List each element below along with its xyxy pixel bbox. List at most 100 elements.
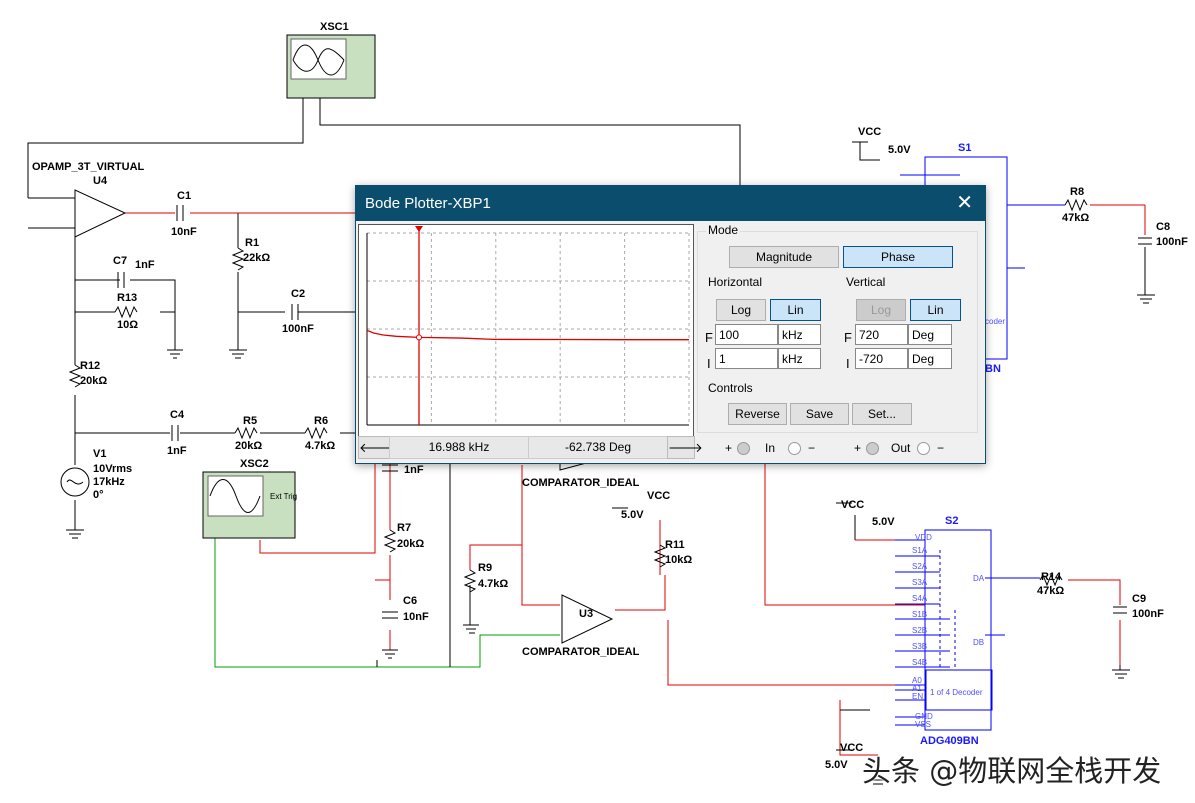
in-label: In (765, 441, 776, 455)
s1-part: BN (985, 363, 1001, 375)
save-button[interactable]: Save (790, 403, 849, 425)
v-final-unit[interactable]: Deg (908, 324, 952, 345)
r12-value: 20kΩ (80, 375, 107, 387)
s1-decoder: coder (985, 317, 1005, 326)
v1-label: V1 (93, 448, 106, 460)
v1-amplitude: 10Vrms (93, 463, 132, 475)
vcc1-label: VCC (647, 490, 670, 502)
s1-label: S1 (958, 142, 971, 154)
cursor-bar: 🡐 16.988 kHz -62.738 Deg 🡒 (358, 436, 703, 459)
pin-s1b: S1B (912, 610, 927, 619)
c6-label: C6 (403, 595, 417, 607)
r6-value: 4.7kΩ (305, 440, 335, 452)
xsc1-label: XSC1 (320, 21, 349, 33)
r11-value: 10kΩ (665, 554, 692, 566)
pin-s3b: S3B (912, 642, 927, 651)
out-label: Out (891, 441, 911, 455)
pin-vss: VSS (915, 720, 931, 729)
close-icon[interactable]: ✕ (956, 186, 973, 221)
c2-value: 100nF (282, 323, 314, 335)
pin-s2b: S2B (912, 626, 927, 635)
reverse-button[interactable]: Reverse (728, 403, 787, 425)
set-button[interactable]: Set... (852, 403, 912, 425)
r14-label: R14 (1041, 571, 1062, 583)
h-initial-input[interactable]: 1 (715, 348, 778, 369)
c8-label: C8 (1156, 221, 1170, 233)
c9-label: C9 (1132, 593, 1146, 605)
r6-label: R6 (314, 415, 328, 427)
vcc4-label: VCC (840, 742, 863, 754)
r9-value: 4.7kΩ (478, 578, 508, 590)
out-minus-label: − (937, 441, 945, 455)
in-minus-terminal[interactable] (788, 442, 801, 455)
horizontal-lin-button[interactable]: Lin (770, 299, 821, 321)
out-plus-terminal[interactable] (866, 442, 879, 455)
out-minus-terminal[interactable] (917, 442, 930, 455)
vcc2-value: 5.0V (888, 144, 911, 156)
v-final-input[interactable]: 720 (855, 324, 908, 345)
r9-label: R9 (478, 562, 492, 574)
phase-plot (366, 226, 690, 426)
h-final-input[interactable]: 100 (715, 324, 778, 345)
r12-label: R12 (80, 360, 100, 372)
c7-value: 1nF (135, 259, 155, 271)
vertical-log-button[interactable]: Log (856, 299, 906, 321)
in-plus-label: + (725, 441, 733, 455)
pin-s3a: S3A (912, 578, 928, 587)
comparator2-label: COMPARATOR_IDEAL (522, 646, 640, 658)
pin-s2a: S2A (912, 562, 928, 571)
opamp-label: OPAMP_3T_VIRTUAL (32, 161, 145, 173)
s2-part: ADG409BN (920, 735, 979, 747)
cursor-right-button[interactable]: 🡒 (667, 436, 703, 459)
v-initial-unit[interactable]: Deg (908, 348, 952, 369)
v1-frequency: 17kHz (93, 476, 125, 488)
r11-label: R11 (665, 539, 685, 551)
r1-value: 22kΩ (243, 252, 270, 264)
c1-value: 10nF (171, 226, 197, 238)
in-plus-terminal[interactable] (737, 442, 750, 455)
r14-value: 47kΩ (1037, 585, 1064, 597)
xsc2-label: XSC2 (240, 458, 269, 470)
h-initial-label: I (707, 356, 711, 371)
c1-label: C1 (177, 190, 191, 202)
c2-label: C2 (291, 288, 305, 300)
c8-value: 100nF (1156, 236, 1188, 248)
vertical-label: Vertical (844, 275, 888, 289)
vertical-lin-button[interactable]: Lin (910, 299, 961, 321)
u3-label: U3 (579, 608, 593, 620)
r5-value: 20kΩ (235, 440, 262, 452)
r8-value: 47kΩ (1062, 212, 1089, 224)
comparator1-label: COMPARATOR_IDEAL (522, 477, 640, 489)
pin-da: DA (973, 574, 985, 583)
pin-s4b: S4B (912, 658, 927, 667)
c5-value: 1nF (404, 464, 424, 476)
s2-decoder: 1 of 4 Decoder (930, 688, 983, 697)
horizontal-log-button[interactable]: Log (716, 299, 766, 321)
ext-trig-label: Ext Trig (270, 492, 297, 501)
v-final-label: F (844, 330, 852, 345)
cursor-marker-icon (415, 226, 424, 232)
cursor-frequency: 16.988 kHz (389, 436, 529, 459)
mode-label: Mode (706, 223, 741, 237)
v-initial-input[interactable]: -720 (855, 348, 908, 369)
r13-value: 10Ω (117, 319, 138, 331)
title-bar[interactable]: Bode Plotter-XBP1 ✕ (356, 186, 985, 221)
h-initial-unit[interactable]: kHz (778, 348, 821, 369)
pin-db: DB (973, 638, 984, 647)
magnitude-button[interactable]: Magnitude (729, 246, 839, 268)
vcc3-value: 5.0V (872, 516, 895, 528)
r7-value: 20kΩ (397, 538, 424, 550)
phase-button[interactable]: Phase (843, 246, 953, 268)
watermark: 头条 @物联网全栈开发 (862, 754, 1162, 788)
cursor-left-button[interactable]: 🡐 (358, 436, 394, 459)
c9-value: 100nF (1132, 608, 1164, 620)
s2-label: S2 (945, 515, 958, 527)
r5-label: R5 (243, 415, 257, 427)
r13-label: R13 (117, 292, 137, 304)
plot-area[interactable] (358, 224, 694, 437)
phase-trace (366, 329, 689, 341)
cursor-point (416, 334, 423, 341)
u4-label: U4 (93, 175, 108, 187)
pin-vdd: VDD (915, 533, 932, 542)
h-final-unit[interactable]: kHz (778, 324, 821, 345)
